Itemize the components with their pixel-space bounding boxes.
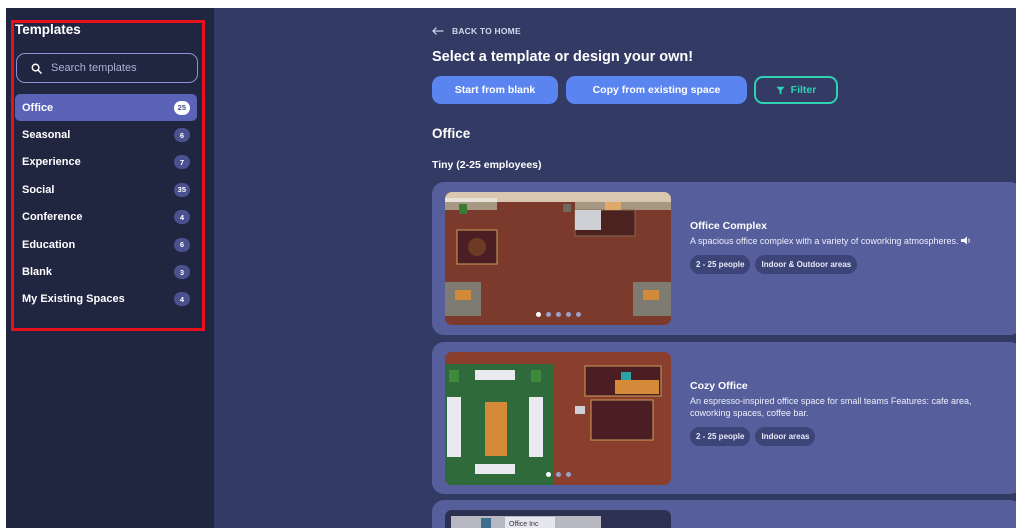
tag-list: 2 - 25 people Indoor areas [690, 427, 1000, 446]
template-card-office-complex[interactable]: Office Complex A spacious office complex… [432, 182, 1016, 335]
category-count-badge: 3 [174, 265, 190, 280]
card-description: An espresso-inspired office space for sm… [690, 396, 972, 418]
card-description-text: A spacious office complex with a variety… [690, 236, 959, 246]
category-list: Office 25 Seasonal 6 Experience 7 Social… [15, 94, 197, 313]
card-description: A spacious office complex with a variety… [690, 235, 1000, 247]
category-label: Education [22, 238, 76, 251]
copy-existing-space-button[interactable]: Copy from existing space [566, 76, 747, 104]
capacity-tag: 2 - 25 people [690, 255, 751, 274]
template-preview-image: Office Inc [445, 510, 671, 528]
template-card-office-inc[interactable]: Office Inc [432, 500, 1016, 528]
section-title: Office [432, 126, 471, 141]
app-window: Templates Search templates Office 25 Sea… [6, 8, 1016, 528]
carousel-dot[interactable] [545, 472, 551, 477]
category-label: Experience [22, 156, 81, 169]
category-blank[interactable]: Blank 3 [15, 258, 197, 285]
category-conference[interactable]: Conference 4 [15, 204, 197, 231]
card-info: Office Complex A spacious office complex… [690, 220, 1000, 274]
carousel-dot[interactable] [565, 472, 571, 477]
category-education[interactable]: Education 6 [15, 231, 197, 258]
category-label: My Existing Spaces [22, 293, 125, 306]
office-inc-map-image: Office Inc [445, 510, 671, 528]
search-placeholder: Search templates [51, 62, 137, 74]
filter-icon [776, 86, 785, 94]
capacity-tag: 2 - 25 people [690, 427, 751, 446]
card-info: Cozy Office An espresso-inspired office … [690, 380, 1000, 446]
carousel-dot[interactable] [555, 472, 561, 477]
carousel-dot[interactable] [575, 312, 581, 317]
page-title: Select a template or design your own! [432, 49, 694, 65]
carousel-dot[interactable] [535, 312, 541, 317]
main-content: BACK TO HOME Select a template or design… [214, 8, 1016, 528]
start-from-blank-button[interactable]: Start from blank [432, 76, 558, 104]
speaker-icon [960, 236, 970, 245]
carousel-dot[interactable] [545, 312, 551, 317]
search-input[interactable]: Search templates [16, 53, 198, 83]
cozy-office-map-image [445, 352, 671, 485]
template-preview-image [445, 352, 671, 485]
area-tag: Indoor areas [755, 427, 816, 446]
category-count-badge: 4 [174, 292, 190, 307]
category-count-badge: 4 [174, 210, 190, 225]
carousel-dot[interactable] [555, 312, 561, 317]
category-label: Social [22, 183, 55, 196]
arrow-left-icon [432, 27, 444, 35]
category-my-existing-spaces[interactable]: My Existing Spaces 4 [15, 286, 197, 313]
filter-button[interactable]: Filter [754, 76, 838, 104]
category-count-badge: 6 [174, 128, 190, 143]
category-seasonal[interactable]: Seasonal 6 [15, 121, 197, 148]
card-title: Office Complex [690, 220, 768, 232]
category-experience[interactable]: Experience 7 [15, 149, 197, 176]
category-count-badge: 35 [173, 182, 190, 197]
category-label: Blank [22, 266, 52, 279]
office-inc-sign: Office Inc [509, 521, 539, 528]
carousel-dot[interactable] [565, 312, 571, 317]
category-count-badge: 25 [173, 100, 190, 115]
category-label: Office [22, 101, 54, 114]
category-label: Seasonal [22, 129, 71, 142]
back-to-home-link[interactable]: BACK TO HOME [432, 26, 521, 36]
template-preview-image [445, 192, 671, 325]
templates-sidebar: Templates Search templates Office 25 Sea… [6, 8, 214, 528]
subsection-title: Tiny (2-25 employees) [432, 159, 542, 171]
search-icon [31, 63, 42, 74]
category-count-badge: 7 [174, 155, 190, 170]
area-tag: Indoor & Outdoor areas [755, 255, 858, 274]
category-label: Conference [22, 211, 83, 224]
carousel-dots [445, 312, 671, 317]
office-complex-map-image [445, 192, 671, 325]
filter-label: Filter [790, 84, 817, 96]
category-count-badge: 6 [174, 237, 190, 252]
card-title: Cozy Office [690, 380, 748, 392]
carousel-dots [445, 472, 671, 477]
category-social[interactable]: Social 35 [15, 176, 197, 203]
tag-list: 2 - 25 people Indoor & Outdoor areas [690, 255, 1000, 274]
category-office[interactable]: Office 25 [15, 94, 197, 122]
template-card-cozy-office[interactable]: Cozy Office An espresso-inspired office … [432, 342, 1016, 494]
sidebar-title: Templates [15, 22, 81, 37]
back-label: BACK TO HOME [452, 26, 521, 36]
